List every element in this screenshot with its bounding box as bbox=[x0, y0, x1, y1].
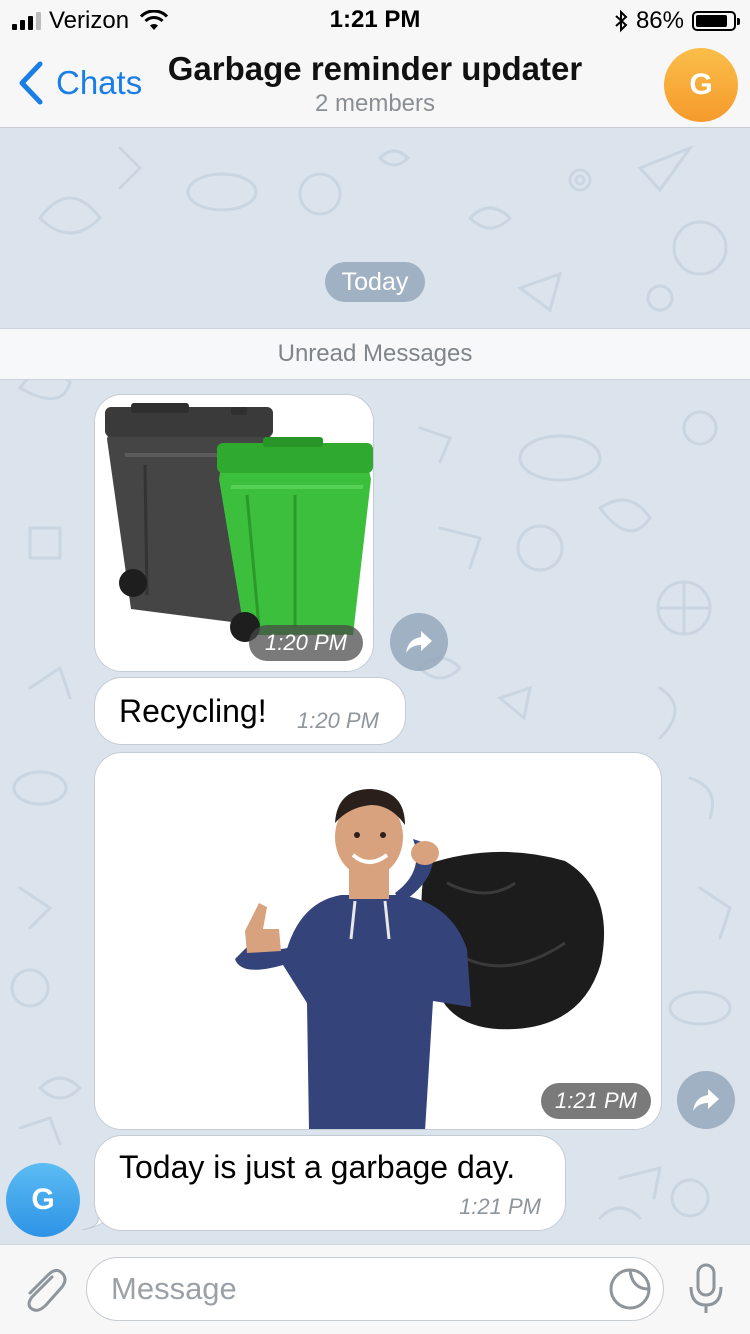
group-avatar-initial: G bbox=[689, 68, 713, 101]
share-button[interactable] bbox=[390, 613, 448, 671]
chat-area[interactable]: Today Unread Messages 1:20 PM Recycling!… bbox=[0, 128, 750, 1244]
photo-message[interactable]: 1:20 PM bbox=[94, 394, 374, 672]
sender-avatar-initial: G bbox=[31, 1183, 55, 1216]
sticker-icon[interactable] bbox=[606, 1265, 654, 1313]
back-button[interactable]: Chats bbox=[14, 58, 142, 108]
battery-percent: 86% bbox=[635, 7, 684, 34]
microphone-icon[interactable] bbox=[686, 1261, 726, 1317]
message-time: 1:20 PM bbox=[297, 708, 379, 733]
member-count: 2 members bbox=[314, 90, 436, 117]
status-right: 86% bbox=[614, 6, 740, 36]
photo-message[interactable]: 1:21 PM bbox=[94, 752, 662, 1130]
message-text: Today is just a garbage day. bbox=[119, 1149, 516, 1185]
group-avatar[interactable]: G bbox=[664, 48, 738, 122]
status-bar: Verizon 1:21 PM 86% bbox=[0, 0, 750, 40]
paperclip-icon[interactable] bbox=[18, 1263, 68, 1315]
man-with-garbage-bag-photo bbox=[95, 753, 661, 1129]
text-message[interactable]: Today is just a garbage day. 1:21 PM bbox=[94, 1135, 566, 1231]
message-time: 1:21 PM bbox=[459, 1194, 541, 1219]
back-label: Chats bbox=[56, 64, 143, 101]
message-text: Recycling! bbox=[119, 693, 267, 729]
share-button[interactable] bbox=[677, 1071, 735, 1129]
message-input-bar bbox=[0, 1244, 750, 1334]
battery-icon bbox=[692, 11, 740, 31]
message-time: 1:21 PM bbox=[541, 1083, 651, 1119]
chat-header: Chats Garbage reminder updater 2 members… bbox=[0, 40, 750, 128]
unread-messages-divider: Unread Messages bbox=[0, 328, 750, 380]
battery-level bbox=[696, 15, 727, 27]
date-separator: Today bbox=[325, 262, 425, 302]
forward-arrow-icon bbox=[693, 1089, 719, 1111]
chat-title[interactable]: Garbage reminder updater bbox=[140, 50, 610, 88]
bluetooth-icon bbox=[615, 9, 628, 33]
forward-arrow-icon bbox=[406, 631, 432, 653]
chevron-left-icon bbox=[19, 61, 43, 105]
sender-avatar[interactable]: G bbox=[6, 1163, 80, 1237]
message-input[interactable] bbox=[86, 1257, 664, 1321]
message-time: 1:20 PM bbox=[249, 625, 363, 661]
text-message[interactable]: Recycling! 1:20 PM bbox=[94, 677, 406, 745]
